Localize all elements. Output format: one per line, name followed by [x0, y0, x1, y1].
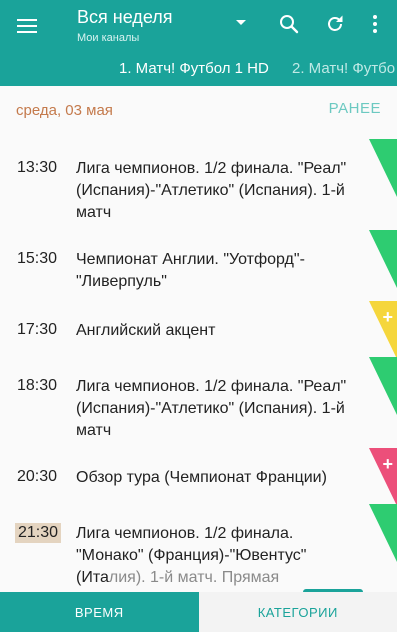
app-title: Вся неделя — [77, 7, 173, 27]
search-icon[interactable] — [278, 13, 300, 35]
tab-time[interactable]: ВРЕМЯ — [0, 592, 199, 632]
program-time: 20:30 — [17, 468, 58, 485]
program-time-current: 21:30 — [15, 523, 62, 543]
channel-tab-next[interactable]: 2. Матч! Футбо — [292, 59, 395, 79]
menu-icon[interactable] — [14, 13, 40, 39]
more-vert-icon[interactable] — [364, 13, 386, 35]
program-time: 15:30 — [17, 250, 58, 267]
tab-categories[interactable]: КАТЕГОРИИ — [198, 592, 397, 632]
bottom-tabs: ВРЕМЯ КАТЕГОРИИ — [0, 592, 397, 632]
refresh-icon[interactable] — [324, 13, 346, 35]
app-bar: Вся неделя Мои каналы — [0, 0, 397, 54]
program-time: 18:30 — [17, 377, 58, 394]
program-time: 17:30 — [17, 321, 58, 338]
program-time: 13:30 — [17, 159, 58, 176]
program-title: Лига чемпионов. 1/2 финала. "Реал" (Испа… — [76, 160, 347, 221]
category-marker-sport — [369, 357, 397, 415]
date-label: среда, 03 мая — [16, 102, 113, 119]
program-title: Чемпионат Англии. "Уотфорд"-"Ливерпуль" — [76, 251, 305, 290]
plus-icon: + — [382, 307, 393, 327]
channel-tabs: 1. Матч! Футбол 1 HD 2. Матч! Футбо — [0, 54, 397, 86]
app-subtitle: Мои каналы — [77, 32, 140, 44]
category-marker-sport — [369, 139, 397, 197]
program-title: Лига чемпионов. 1/2 финала. "Реал" (Испа… — [76, 378, 347, 439]
category-marker-sport — [369, 504, 397, 562]
channel-tab-active[interactable]: 1. Матч! Футбол 1 HD — [119, 59, 269, 79]
program-title: Обзор тура (Чемпионат Франции) — [76, 469, 327, 486]
plus-icon: + — [382, 454, 393, 474]
dropdown-arrow-icon[interactable] — [236, 20, 246, 25]
tv-guide-app: Вся неделя Мои каналы 1. Матч! Футбол 1 … — [0, 0, 397, 632]
period-selector[interactable]: Вся неделя Мои каналы — [77, 6, 242, 46]
program-title: Английский акцент — [76, 322, 216, 339]
earlier-button[interactable]: РАНЕЕ — [329, 99, 381, 119]
category-marker-sport — [369, 230, 397, 288]
